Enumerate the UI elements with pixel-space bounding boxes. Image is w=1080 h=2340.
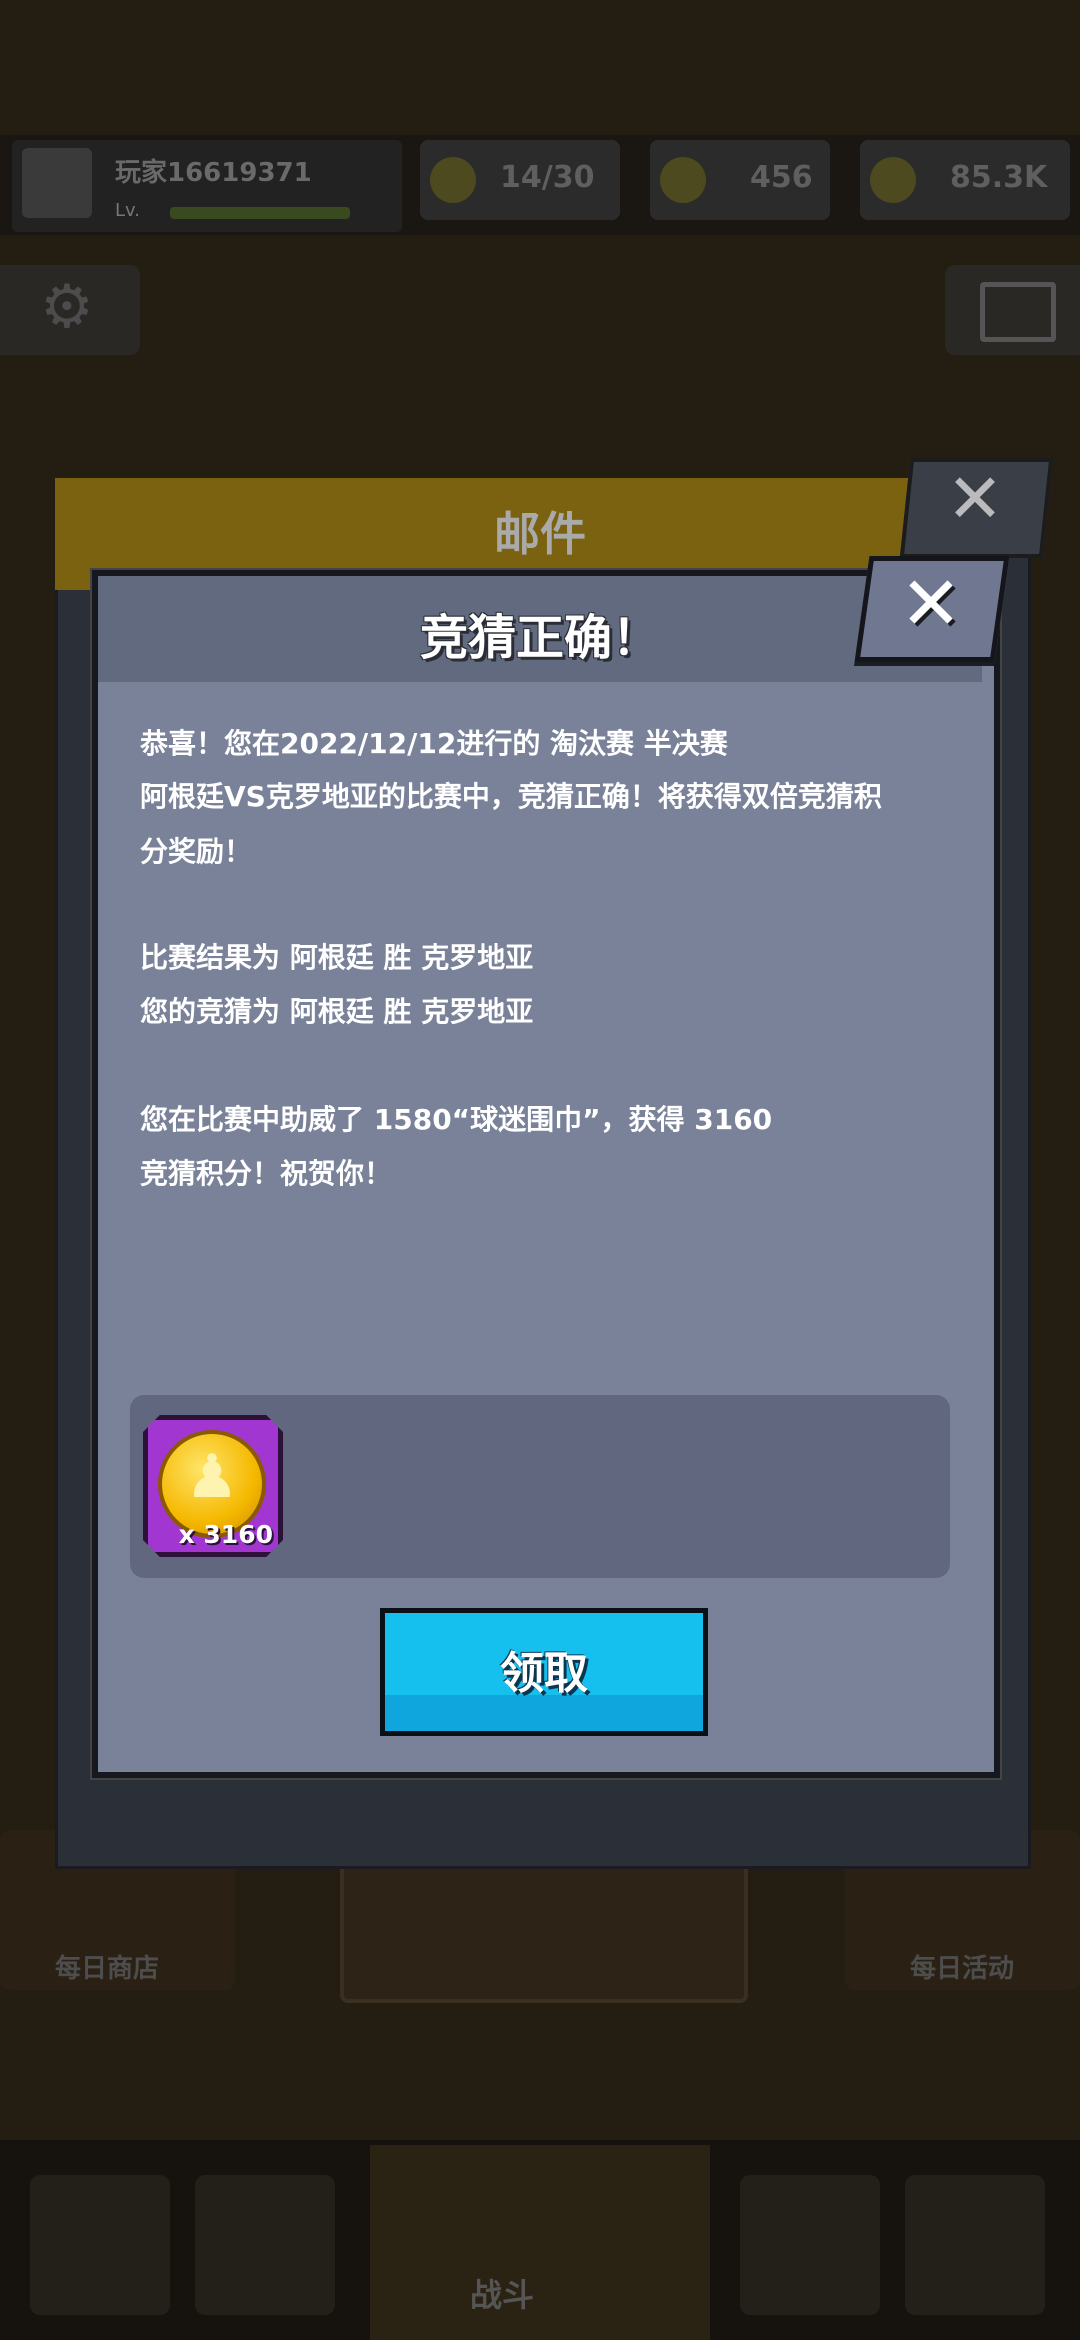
reward-quantity: x 3160: [178, 1520, 273, 1549]
claim-button[interactable]: 领取: [380, 1608, 708, 1736]
nav-item-1[interactable]: [30, 2175, 170, 2315]
close-icon: ✕: [946, 460, 1004, 539]
message-line-3: 分奖励！: [140, 835, 253, 868]
gem-icon: [660, 157, 706, 203]
resource-energy: 14/30: [420, 140, 620, 220]
close-icon[interactable]: ✕: [872, 558, 990, 650]
daily-shop-label: 每日商店: [55, 1954, 160, 1984]
resource-gems: 456: [650, 140, 830, 220]
player-name: 玩家16619371: [115, 158, 312, 188]
daily-event-label: 每日活动: [910, 1954, 1015, 1984]
stage-banner: [330, 420, 750, 480]
coin-icon: [870, 157, 916, 203]
reward-item[interactable]: ♟ x 3160: [143, 1415, 283, 1557]
nav-item-4[interactable]: [740, 2175, 880, 2315]
nav-item-5[interactable]: [905, 2175, 1045, 2315]
player-level: Lv.: [115, 200, 141, 221]
message-line-1: 恭喜！您在2022/12/12进行的 淘汰赛 半决赛: [140, 727, 728, 760]
nav-battle-label: 战斗: [470, 2276, 535, 2314]
coin-value: 85.3K: [950, 160, 1048, 195]
gem-value: 456: [750, 160, 813, 195]
claim-button-label: 领取: [500, 1648, 588, 1699]
nav-item-battle[interactable]: [370, 2145, 710, 2340]
resource-coins: 85.3K: [860, 140, 1070, 220]
message-line-6: 您的竞猜为 阿根廷 胜 克罗地亚: [140, 995, 534, 1028]
mail-icon: [980, 282, 1056, 342]
result-popup-title: 竞猜正确！: [419, 610, 660, 666]
energy-value: 14/30: [500, 160, 595, 195]
mail-dialog-title: 邮件: [494, 507, 586, 561]
message-line-9: 竞猜积分！祝贺你！: [140, 1157, 393, 1190]
trophy-icon: ♟: [185, 1442, 239, 1512]
nav-item-2[interactable]: [195, 2175, 335, 2315]
xp-bar: [170, 207, 350, 219]
gear-icon: ⚙: [40, 272, 94, 342]
avatar: [22, 148, 92, 218]
message-line-5: 比赛结果为 阿根廷 胜 克罗地亚: [140, 941, 534, 974]
message-line-8: 您在比赛中助威了 1580“球迷围巾”，获得 3160: [140, 1103, 773, 1136]
energy-icon: [430, 157, 476, 203]
message-line-2: 阿根廷VS克罗地亚的比赛中，竞猜正确！将获得双倍竞猜积: [140, 780, 882, 813]
